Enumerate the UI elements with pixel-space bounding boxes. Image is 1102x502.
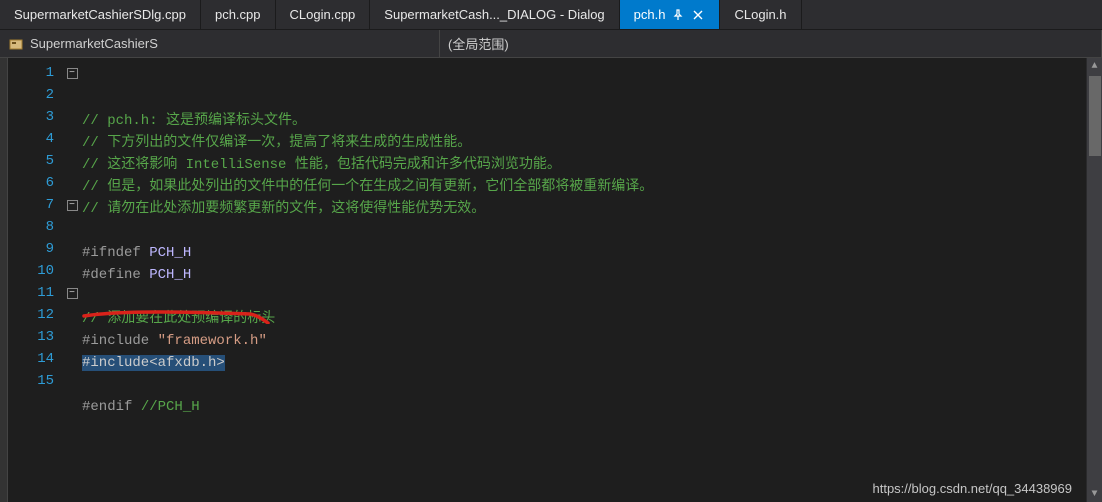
line-number: 7 <box>8 194 62 216</box>
tab-file[interactable]: pch.cpp <box>201 0 276 29</box>
code-line[interactable] <box>82 286 1102 308</box>
code-line[interactable]: #endif //PCH_H <box>82 396 1102 418</box>
pin-icon[interactable] <box>671 8 685 22</box>
fold-minus-icon[interactable]: − <box>67 200 78 211</box>
scroll-down-icon[interactable]: ▼ <box>1087 486 1102 502</box>
fold-toggle <box>62 216 82 238</box>
tab-label: pch.cpp <box>215 7 261 22</box>
scroll-thumb[interactable] <box>1089 76 1101 156</box>
line-number: 11 <box>8 282 62 304</box>
code-line[interactable]: // 请勿在此处添加要频繁更新的文件，这将使得性能优势无效。 <box>82 198 1102 220</box>
line-number: 9 <box>8 238 62 260</box>
code-line[interactable]: // pch.h: 这是预编译标头文件。 <box>82 110 1102 132</box>
code-token: // pch.h: 这是预编译标头文件。 <box>82 113 306 129</box>
line-number: 15 <box>8 370 62 392</box>
line-number: 14 <box>8 348 62 370</box>
fold-toggle <box>62 84 82 106</box>
fold-minus-icon[interactable]: − <box>67 288 78 299</box>
code-token: #ifndef <box>82 245 149 261</box>
code-line[interactable]: #include<afxdb.h> <box>82 352 1102 374</box>
code-line[interactable] <box>82 220 1102 242</box>
fold-toggle <box>62 150 82 172</box>
line-number: 13 <box>8 326 62 348</box>
tab-file[interactable]: SupermarketCash..._DIALOG - Dialog <box>370 0 619 29</box>
line-number: 5 <box>8 150 62 172</box>
project-name: SupermarketCashierS <box>30 36 158 51</box>
close-icon[interactable] <box>691 8 705 22</box>
tab-file[interactable]: CLogin.cpp <box>276 0 371 29</box>
code-token: PCH_H <box>149 267 191 283</box>
code-token: // 这还将影响 IntelliSense 性能，包括代码完成和许多代码浏览功能… <box>82 157 561 173</box>
tab-label: SupermarketCash..._DIALOG - Dialog <box>384 7 604 22</box>
code-editor[interactable]: 123456789101112131415 −−− // pch.h: 这是预编… <box>0 58 1102 502</box>
fold-minus-icon[interactable]: − <box>67 68 78 79</box>
project-scope-combo[interactable]: SupermarketCashierS <box>0 30 440 57</box>
code-token: // 下方列出的文件仅编译一次，提高了将来生成的生成性能。 <box>82 135 471 151</box>
tab-label: SupermarketCashierSDlg.cpp <box>14 7 186 22</box>
code-token: #endif <box>82 399 141 415</box>
scroll-up-icon[interactable]: ▲ <box>1087 58 1102 74</box>
code-line[interactable]: #define PCH_H <box>82 264 1102 286</box>
tab-label: CLogin.cpp <box>290 7 356 22</box>
code-token: //PCH_H <box>141 399 200 415</box>
code-token: // 请勿在此处添加要频繁更新的文件，这将使得性能优势无效。 <box>82 201 485 217</box>
tab-bar: SupermarketCashierSDlg.cpp pch.cpp CLogi… <box>0 0 1102 30</box>
code-line[interactable] <box>82 374 1102 396</box>
project-icon <box>8 36 24 52</box>
fold-toggle <box>62 370 82 392</box>
code-token: #include<afxdb.h> <box>82 355 225 371</box>
fold-toggle <box>62 106 82 128</box>
line-number: 3 <box>8 106 62 128</box>
tab-label: pch.h <box>634 7 666 22</box>
tab-file-active[interactable]: pch.h <box>620 0 721 29</box>
code-line[interactable]: #ifndef PCH_H <box>82 242 1102 264</box>
line-number: 10 <box>8 260 62 282</box>
fold-toggle <box>62 238 82 260</box>
fold-toggle <box>62 172 82 194</box>
fold-toggle <box>62 128 82 150</box>
watermark-text: https://blog.csdn.net/qq_34438969 <box>873 481 1073 496</box>
code-token: PCH_H <box>149 245 191 261</box>
code-token: // 添加要在此处预编译的标头 <box>82 311 275 327</box>
code-line[interactable]: // 下方列出的文件仅编译一次，提高了将来生成的生成性能。 <box>82 132 1102 154</box>
code-line[interactable]: #include "framework.h" <box>82 330 1102 352</box>
line-number: 4 <box>8 128 62 150</box>
navigation-bar: SupermarketCashierS (全局范围) <box>0 30 1102 58</box>
line-number: 1 <box>8 62 62 84</box>
code-line[interactable]: // 但是，如果此处列出的文件中的任何一个在生成之间有更新，它们全部都将被重新编… <box>82 176 1102 198</box>
code-token: "framework.h" <box>158 333 267 349</box>
line-number-gutter: 123456789101112131415 <box>8 58 62 502</box>
code-area[interactable]: // pch.h: 这是预编译标头文件。 // 下方列出的文件仅编译一次，提高了将… <box>82 58 1102 502</box>
line-number: 12 <box>8 304 62 326</box>
code-line[interactable] <box>82 418 1102 440</box>
line-number: 2 <box>8 84 62 106</box>
code-token: #define <box>82 267 149 283</box>
code-line[interactable]: // 这还将影响 IntelliSense 性能，包括代码完成和许多代码浏览功能… <box>82 154 1102 176</box>
fold-toggle[interactable]: − <box>62 282 82 304</box>
tab-file[interactable]: SupermarketCashierSDlg.cpp <box>0 0 201 29</box>
fold-toggle[interactable]: − <box>62 194 82 216</box>
code-token: #include <box>82 333 158 349</box>
tab-label: CLogin.h <box>734 7 786 22</box>
symbol-scope-combo[interactable]: (全局范围) <box>440 30 1102 57</box>
vertical-scrollbar[interactable]: ▲ ▼ <box>1086 58 1102 502</box>
code-token: // 但是，如果此处列出的文件中的任何一个在生成之间有更新，它们全部都将被重新编… <box>82 179 653 195</box>
line-number: 8 <box>8 216 62 238</box>
indicator-margin <box>0 58 8 502</box>
scope-label: (全局范围) <box>448 34 509 53</box>
code-line[interactable]: // 添加要在此处预编译的标头 <box>82 308 1102 330</box>
fold-toggle <box>62 260 82 282</box>
fold-toggle <box>62 304 82 326</box>
fold-toggle <box>62 348 82 370</box>
line-number: 6 <box>8 172 62 194</box>
fold-toggle[interactable]: − <box>62 62 82 84</box>
tab-file[interactable]: CLogin.h <box>720 0 801 29</box>
outline-fold-column[interactable]: − − − <box>62 58 82 502</box>
fold-toggle <box>62 326 82 348</box>
